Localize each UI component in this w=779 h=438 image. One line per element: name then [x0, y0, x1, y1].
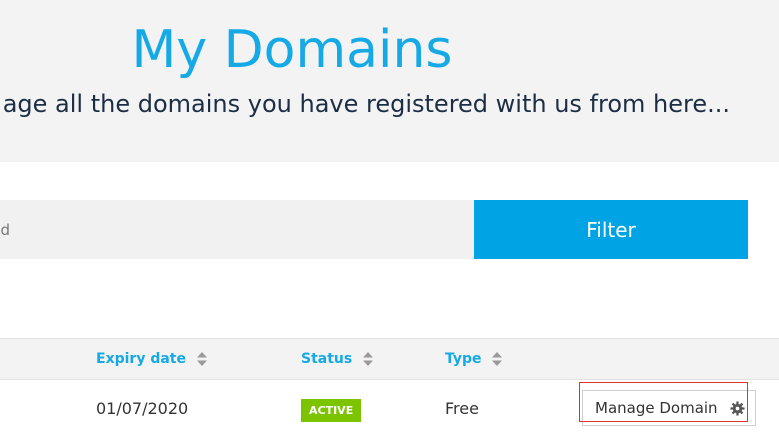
column-header-label: Expiry date [96, 351, 186, 367]
sort-icon [363, 352, 374, 366]
table-header: Expiry date Status Type [0, 338, 779, 380]
gear-icon [730, 401, 745, 416]
page-subtitle: age all the domains you have registered … [2, 90, 730, 118]
filter-button[interactable]: Filter [474, 200, 748, 259]
column-header-status[interactable]: Status [301, 351, 374, 367]
column-header-expiry-date[interactable]: Expiry date [96, 351, 207, 367]
filter-placeholder: nd [0, 221, 10, 239]
manage-domain-label: Manage Domain [595, 399, 718, 417]
column-header-label: Type [445, 351, 482, 367]
column-header-label: Status [301, 351, 353, 367]
hero-banner: My Domains age all the domains you have … [0, 0, 779, 162]
column-header-type[interactable]: Type [445, 351, 503, 367]
manage-domain-button[interactable]: Manage Domain [582, 390, 756, 426]
sort-icon [196, 352, 207, 366]
expiry-date-cell: 01/07/2020 [96, 399, 189, 418]
sort-icon [492, 352, 503, 366]
filter-input[interactable]: nd [0, 200, 474, 259]
page-title: My Domains [131, 20, 453, 80]
status-badge: ACTIVE [301, 399, 362, 422]
type-cell: Free [445, 399, 479, 418]
